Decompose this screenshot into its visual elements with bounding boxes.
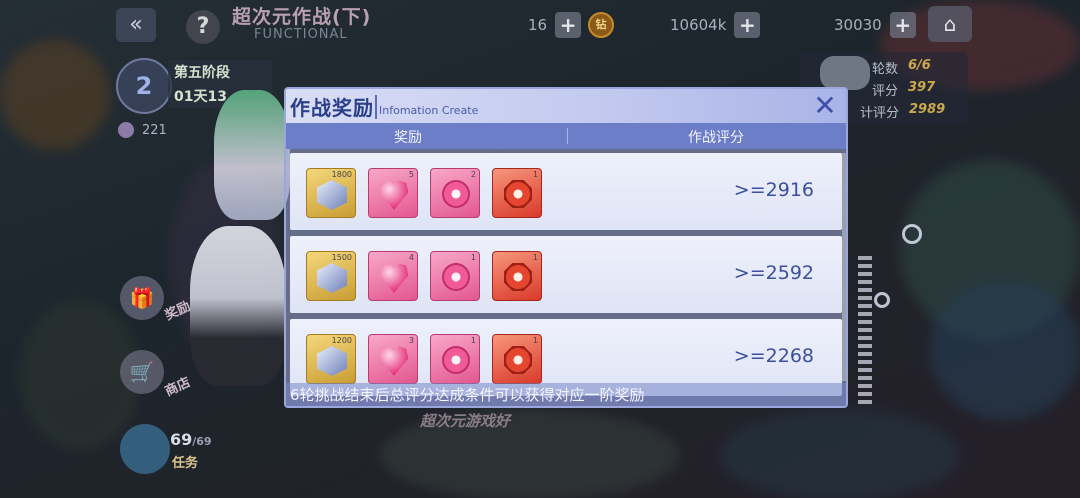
map-node-icon bbox=[902, 224, 922, 244]
flower-badge-icon bbox=[442, 180, 470, 208]
crystal-icon bbox=[317, 263, 347, 293]
heart-gem-item[interactable]: 3 bbox=[368, 334, 418, 384]
crystal-item[interactable]: 1200 bbox=[306, 334, 356, 384]
crystal-item[interactable]: 1800 bbox=[306, 168, 356, 218]
dialog-footer-note: 6轮挑战结束后总评分达成条件可以获得对应一阶奖励 bbox=[286, 383, 846, 406]
map-node-icon bbox=[874, 292, 890, 308]
shop-menu-button[interactable]: 🛒 bbox=[120, 350, 164, 394]
gem-value: 30030 bbox=[834, 16, 882, 34]
task-counter: 69/69 bbox=[170, 430, 212, 449]
dialog-scrollbar[interactable] bbox=[842, 153, 846, 381]
score-row: 评分 397 bbox=[872, 80, 936, 99]
score-requirement: >=2916 bbox=[733, 179, 814, 201]
gem-counter-value: 221 bbox=[142, 122, 167, 138]
page-title: 超次元作战(下) bbox=[232, 6, 372, 28]
crest-icon bbox=[504, 263, 532, 291]
help-button[interactable]: ? bbox=[186, 10, 220, 44]
resource-stamina: 16 + bbox=[528, 12, 582, 38]
reward-row: 1800 5 2 1 >=2916 bbox=[290, 153, 842, 230]
stamina-value: 16 bbox=[528, 16, 548, 34]
stage-badge: 2 bbox=[116, 58, 172, 114]
total-score-value: 2989 bbox=[909, 102, 946, 117]
crystal-item[interactable]: 1500 bbox=[306, 251, 356, 301]
crystal-icon bbox=[317, 180, 347, 210]
col-reward: 奖励 bbox=[394, 130, 422, 146]
dialog-header: 作战奖励 Infomation Create ✕ bbox=[286, 89, 846, 123]
reward-dialog: 作战奖励 Infomation Create ✕ 奖励 作战评分 1800 5 … bbox=[284, 87, 848, 408]
close-button[interactable]: ✕ bbox=[810, 91, 840, 121]
reward-row: 1500 4 1 1 >=2592 bbox=[290, 236, 842, 313]
task-button[interactable] bbox=[120, 424, 170, 474]
home-button[interactable]: ⌂ bbox=[928, 6, 972, 42]
heart-gem-icon bbox=[379, 263, 409, 293]
crest-item[interactable]: 1 bbox=[492, 251, 542, 301]
add-stamina-button[interactable]: + bbox=[555, 12, 582, 38]
resource-gem: 30030 + bbox=[834, 12, 916, 38]
scroll-decoration bbox=[858, 256, 872, 406]
crest-icon bbox=[504, 180, 532, 208]
col-score: 作战评分 bbox=[688, 130, 744, 146]
heart-gem-icon bbox=[379, 346, 409, 376]
flower-badge-item[interactable]: 1 bbox=[430, 251, 480, 301]
resource-coin: 钻 10604k + bbox=[588, 12, 761, 38]
coin-value: 10604k bbox=[670, 16, 727, 34]
add-coin-button[interactable]: + bbox=[734, 12, 761, 38]
stage-label: 第五阶段 bbox=[168, 60, 272, 84]
table-header: 奖励 作战评分 bbox=[286, 123, 846, 149]
reward-menu-button[interactable]: 🎁 bbox=[120, 276, 164, 320]
character-white-hair bbox=[190, 226, 286, 386]
controller-icon bbox=[820, 56, 870, 90]
crest-icon bbox=[504, 346, 532, 374]
flower-badge-icon bbox=[442, 346, 470, 374]
score-value: 397 bbox=[908, 80, 936, 95]
flower-badge-item[interactable]: 1 bbox=[430, 334, 480, 384]
heart-gem-item[interactable]: 5 bbox=[368, 168, 418, 218]
character-green-hair bbox=[214, 90, 290, 220]
flower-badge-item[interactable]: 2 bbox=[430, 168, 480, 218]
heart-gem-icon bbox=[379, 180, 409, 210]
title-divider bbox=[375, 95, 377, 119]
add-gem-button[interactable]: + bbox=[889, 12, 916, 38]
rounds-row: 轮数 6/6 bbox=[872, 58, 931, 77]
rounds-value: 6/6 bbox=[908, 58, 931, 73]
top-bar: « ? 超次元作战(下) FUNCTIONAL 16 + 钻 10604k + … bbox=[0, 0, 1080, 48]
back-button[interactable]: « bbox=[116, 8, 156, 42]
total-score-row: 计评分 2989 bbox=[860, 102, 946, 121]
coin-icon: 钻 bbox=[588, 12, 614, 38]
page-subtitle: FUNCTIONAL bbox=[254, 27, 348, 42]
bottom-banner: 超次元游戏好 bbox=[420, 412, 511, 430]
score-requirement: >=2592 bbox=[733, 262, 814, 284]
dialog-title: 作战奖励 bbox=[290, 96, 374, 120]
crystal-icon bbox=[317, 346, 347, 376]
task-label: 任务 bbox=[172, 456, 199, 471]
gem-icon bbox=[118, 122, 134, 138]
flower-badge-icon bbox=[442, 263, 470, 291]
gem-counter: 221 bbox=[118, 122, 167, 138]
heart-gem-item[interactable]: 4 bbox=[368, 251, 418, 301]
score-requirement: >=2268 bbox=[733, 345, 814, 367]
crest-item[interactable]: 1 bbox=[492, 168, 542, 218]
crest-item[interactable]: 1 bbox=[492, 334, 542, 384]
dialog-subtitle: Infomation Create bbox=[379, 104, 479, 117]
